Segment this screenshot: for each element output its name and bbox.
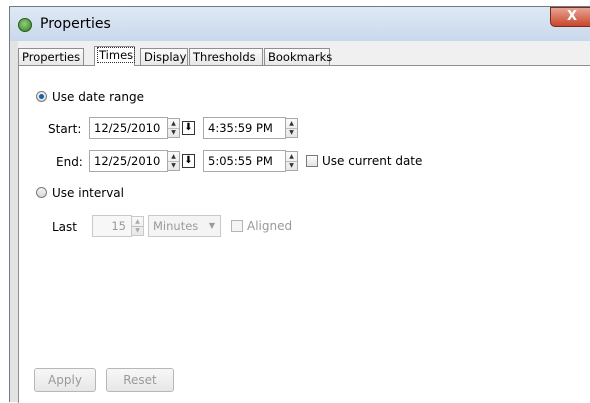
times-panel: Use date range Start: 12/25/2010 ▲ ▼ ⬇ 4… [18, 65, 590, 403]
end-label: End: [56, 155, 83, 169]
end-time-spinner[interactable]: ▲ ▼ [285, 151, 298, 171]
spin-down-icon[interactable]: ▼ [168, 161, 179, 170]
last-label: Last [52, 220, 77, 234]
reset-button[interactable]: Reset [106, 368, 174, 392]
tab-properties[interactable]: Properties [18, 48, 84, 66]
use-date-range-label: Use date range [52, 90, 144, 104]
tab-bookmarks[interactable]: Bookmarks [264, 48, 333, 66]
start-time-field[interactable]: 4:35:59 PM [203, 117, 286, 139]
window-title: Properties [40, 16, 111, 32]
tab-label: Times [96, 47, 136, 63]
properties-window: Properties X Properties Times Display Th… [9, 6, 590, 403]
start-time-spinner[interactable]: ▲ ▼ [285, 118, 298, 138]
spin-down-icon[interactable]: ▼ [168, 128, 179, 137]
calendar-download-icon: ⬇ [184, 122, 193, 133]
calendar-download-icon: ⬇ [184, 155, 193, 166]
end-calendar-button[interactable]: ⬇ [182, 154, 195, 168]
aligned-label: Aligned [247, 219, 293, 233]
use-current-date-label: Use current date [322, 154, 423, 168]
interval-value-spinner[interactable]: ▲ ▼ [131, 216, 144, 236]
use-current-date-checkbox[interactable] [306, 155, 318, 167]
tab-label: Thresholds [193, 50, 256, 64]
start-date-spinner[interactable]: ▲ ▼ [167, 118, 180, 138]
use-interval-label: Use interval [52, 186, 124, 200]
title-bar[interactable]: Properties X [10, 7, 590, 41]
use-interval-radio[interactable] [36, 187, 47, 198]
spin-down-icon[interactable]: ▼ [286, 128, 297, 137]
interval-unit-value: Minutes [153, 219, 199, 233]
start-date-field[interactable]: 12/25/2010 [89, 117, 168, 139]
end-time-field[interactable]: 5:05:55 PM [203, 150, 286, 172]
spin-down-icon[interactable]: ▼ [132, 226, 143, 235]
tab-label: Properties [22, 50, 81, 64]
interval-value-field[interactable]: 15 [92, 215, 132, 237]
close-button[interactable]: X [550, 7, 590, 27]
tab-bar: Properties Times Display Thresholds Book… [18, 41, 590, 66]
end-date-field[interactable]: 12/25/2010 [89, 150, 168, 172]
start-calendar-button[interactable]: ⬇ [182, 121, 195, 135]
tab-label: Bookmarks [268, 50, 333, 64]
tab-label: Display [144, 50, 187, 64]
use-date-range-radio[interactable] [36, 91, 47, 102]
tab-times[interactable]: Times [94, 46, 136, 66]
tab-thresholds[interactable]: Thresholds [189, 48, 263, 66]
interval-unit-select[interactable]: Minutes ▼ [148, 215, 221, 237]
spin-down-icon[interactable]: ▼ [286, 161, 297, 170]
end-date-spinner[interactable]: ▲ ▼ [167, 151, 180, 171]
app-icon [18, 18, 32, 32]
chevron-down-icon: ▼ [208, 221, 215, 230]
apply-button[interactable]: Apply [34, 368, 96, 392]
tab-display[interactable]: Display [140, 48, 188, 66]
start-label: Start: [48, 122, 82, 136]
aligned-checkbox[interactable] [231, 220, 243, 232]
